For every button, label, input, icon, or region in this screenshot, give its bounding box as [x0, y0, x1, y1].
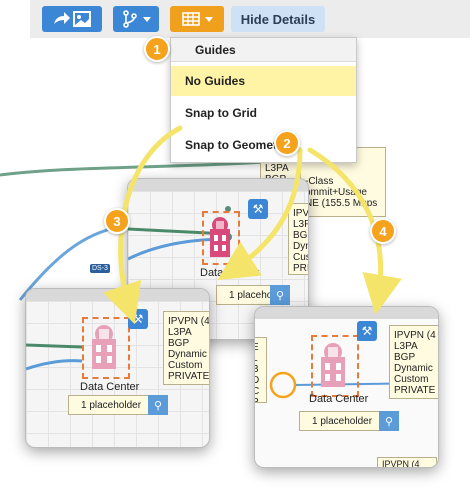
callout-badge-4: 4	[370, 218, 396, 244]
callout-badge-1: 1	[144, 36, 170, 62]
guides-tutorial-canvas: -Class ommit+Usage NE (155.5 Mbps L3PA B…	[0, 0, 470, 495]
callout-badge-3: 3	[104, 208, 130, 234]
callout-arrows	[103, 125, 402, 325]
callout-badge-2: 2	[274, 130, 300, 156]
